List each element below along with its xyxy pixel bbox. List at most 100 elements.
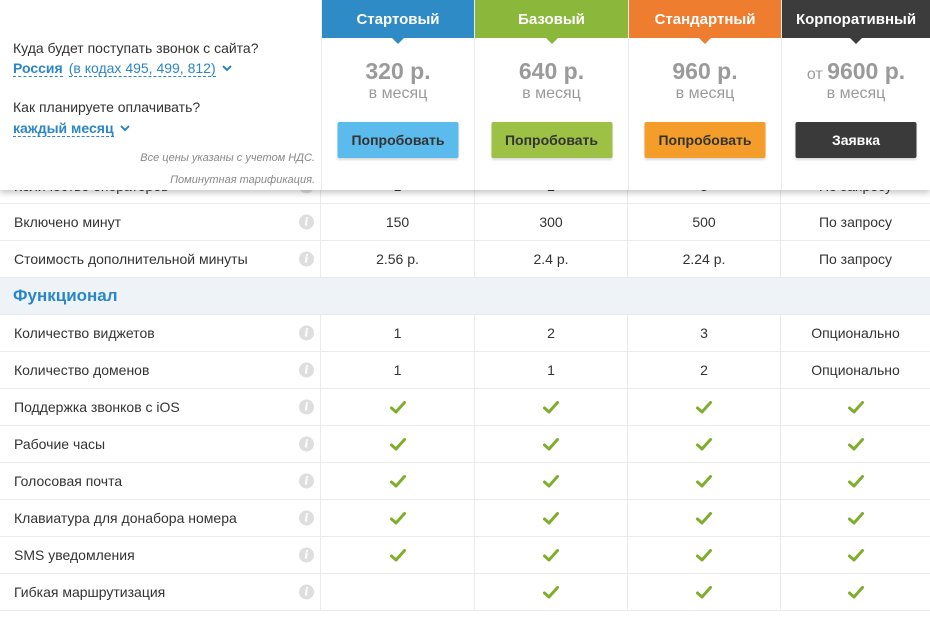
table-cell: 150	[321, 204, 475, 240]
table-row: Гибкая маршрутизация i	[0, 574, 930, 611]
table-cell	[321, 463, 475, 499]
table-cell	[781, 574, 930, 610]
check-icon	[847, 437, 864, 450]
table-cell	[628, 500, 781, 536]
chevron-down-icon	[221, 65, 232, 72]
plan-name: Стандартный	[629, 0, 781, 44]
info-icon[interactable]: i	[299, 510, 314, 526]
table-cell	[321, 537, 475, 573]
pricing-header: Куда будет поступать звонок с сайта? Рос…	[0, 0, 930, 190]
row-label: Рабочие часы i	[0, 426, 321, 462]
plan-price: 320 р.	[322, 58, 474, 84]
check-icon	[389, 474, 406, 487]
table-row: SMS уведомления i	[0, 537, 930, 574]
info-icon[interactable]: i	[299, 399, 314, 415]
row-label: Гибкая маршрутизация i	[0, 574, 321, 610]
info-icon[interactable]: i	[299, 584, 314, 600]
billing-note: Поминутная тарификация.	[170, 174, 315, 186]
plan-column: Стартовый 320 р. в месяц Попробовать	[321, 0, 474, 190]
table-cell: 2	[628, 352, 781, 388]
check-icon	[543, 511, 559, 524]
table-cell: 2.24 р.	[628, 241, 781, 277]
payment-select[interactable]: каждый месяц	[13, 120, 130, 137]
try-button[interactable]: Попробовать	[491, 122, 612, 158]
price-value: 320 р.	[365, 58, 431, 84]
check-icon	[696, 548, 712, 561]
table-cell	[475, 426, 628, 462]
table-cell: По запросу	[781, 204, 930, 240]
cell-value: 3	[700, 325, 708, 341]
cell-value: 1	[547, 362, 555, 378]
plan-name: Корпоративный	[782, 0, 930, 44]
price-value: 960 р.	[672, 58, 738, 84]
plan-price: от 9600 р.	[782, 58, 930, 84]
table-row: Включено минут i 150 300 500 По запросу	[0, 204, 930, 241]
info-icon[interactable]: i	[299, 214, 314, 230]
price-period: в месяц	[826, 85, 886, 102]
region-select[interactable]: Россия (в кодах 495, 499, 812)	[13, 60, 232, 77]
check-icon	[543, 437, 559, 450]
info-icon[interactable]: i	[299, 325, 314, 341]
table-cell	[628, 574, 781, 610]
cell-value: 1	[393, 325, 402, 341]
check-icon	[543, 400, 559, 413]
plan-pointer	[545, 38, 558, 44]
price-prefix: от	[806, 66, 828, 83]
row-label-text: Голосовая почта	[14, 473, 123, 489]
check-icon	[847, 474, 864, 487]
table-cell: 1	[321, 352, 475, 388]
row-label: Количество виджетов i	[0, 315, 321, 351]
check-icon	[696, 474, 712, 487]
row-label-text: Гибкая маршрутизация	[14, 584, 166, 600]
row-label-text: Включено минут	[14, 214, 122, 230]
info-icon[interactable]: i	[299, 436, 314, 452]
chevron-down-icon	[119, 125, 130, 132]
info-icon[interactable]: i	[299, 251, 314, 267]
check-icon	[389, 511, 406, 524]
info-icon[interactable]: i	[299, 473, 314, 489]
table-cell: 500	[628, 204, 781, 240]
table-cell: 3	[628, 315, 781, 351]
cell-value: По запросу	[818, 214, 893, 230]
table-cell	[475, 537, 628, 573]
table-cell: 300	[475, 204, 628, 240]
call-destination-question: Куда будет поступать звонок с сайта?	[13, 40, 259, 56]
info-icon[interactable]: i	[299, 547, 314, 563]
table-cell	[781, 389, 930, 425]
pricing-table: Количество операторовi123По запросуВключ…	[0, 168, 930, 611]
table-cell: 2.56 р.	[321, 241, 475, 277]
row-label-text: Рабочие часы	[14, 436, 106, 452]
row-label-text: Количество виджетов	[14, 325, 155, 341]
check-icon	[847, 400, 864, 413]
check-icon	[543, 585, 559, 598]
try-button[interactable]: Попробовать	[337, 122, 459, 158]
row-label-text: Количество доменов	[14, 362, 150, 378]
request-button[interactable]: Заявка	[795, 122, 917, 158]
check-icon	[847, 585, 864, 598]
check-icon	[389, 400, 406, 413]
table-cell	[321, 426, 475, 462]
plan-pointer	[850, 38, 862, 44]
plan-column: Базовый 640 р. в месяц Попробовать	[474, 0, 628, 190]
cell-value: 2	[700, 362, 708, 378]
check-icon	[696, 400, 712, 413]
plan-name-label: Корпоративный	[795, 10, 917, 28]
vat-note: Все цены указаны с учетом НДС.	[140, 152, 315, 164]
try-button[interactable]: Попробовать	[644, 122, 766, 158]
table-row: Рабочие часы i	[0, 426, 930, 463]
plan-name-label: Базовый	[518, 10, 585, 28]
price-value: 640 р.	[518, 58, 585, 84]
row-label: Поддержка звонков с iOS i	[0, 389, 321, 425]
table-cell: Опционально	[781, 315, 930, 351]
cell-value: 150	[385, 214, 410, 230]
cell-value: 2	[547, 325, 555, 341]
plan-pointer	[392, 38, 404, 44]
plan-name-label: Стартовый	[356, 10, 440, 28]
info-icon[interactable]: i	[299, 362, 314, 378]
check-icon	[696, 585, 712, 598]
payment-question: Как планируете оплачивать?	[13, 99, 201, 115]
table-cell	[781, 537, 930, 573]
check-icon	[847, 511, 864, 524]
table-cell	[628, 537, 781, 573]
plan-column: Стандартный 960 р. в месяц Попробовать	[628, 0, 781, 190]
